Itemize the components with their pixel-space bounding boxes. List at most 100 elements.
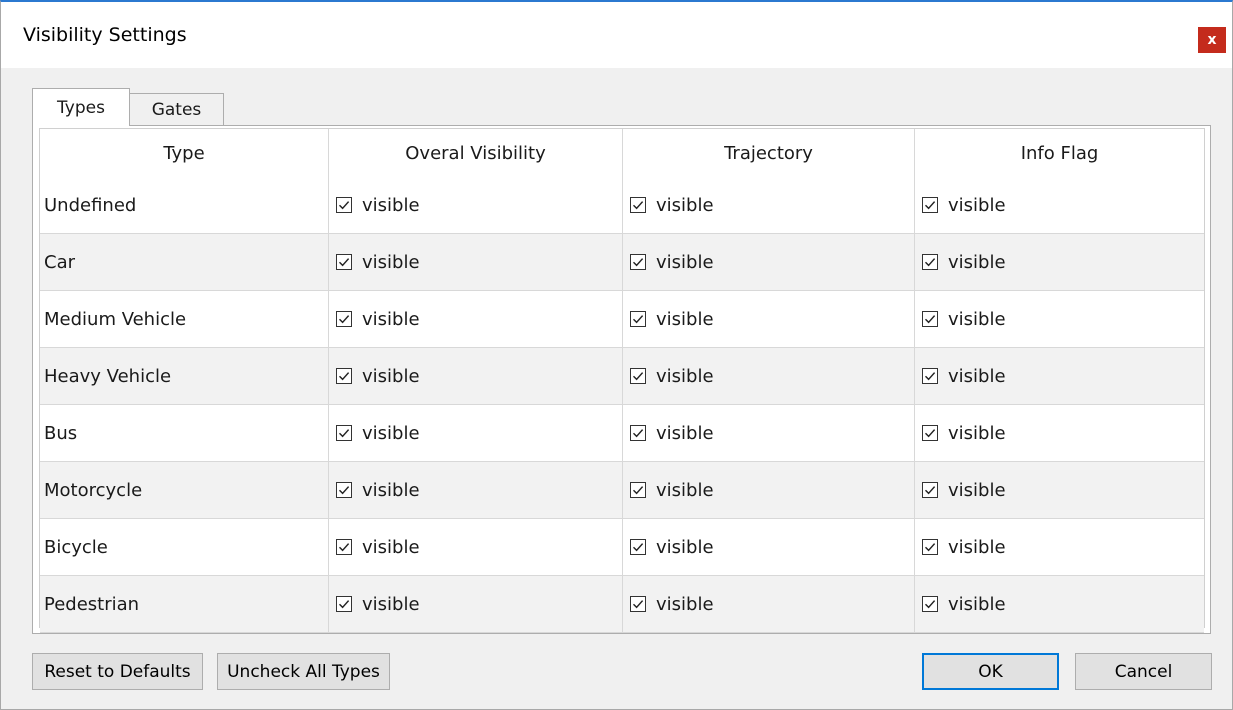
checkbox-box[interactable] [630, 197, 646, 213]
info-flag-checkbox[interactable]: visible [919, 366, 1006, 387]
type-name-cell[interactable]: Motorcycle [40, 462, 329, 518]
reset-to-defaults-button[interactable]: Reset to Defaults [32, 653, 203, 690]
checkbox-label: visible [656, 365, 714, 387]
info-flag-checkbox[interactable]: visible [919, 480, 1006, 501]
checkbox-box[interactable] [922, 311, 938, 327]
info-flag-checkbox[interactable]: visible [919, 594, 1006, 615]
checkbox-label: visible [948, 593, 1006, 615]
trajectory-checkbox[interactable]: visible [627, 195, 714, 216]
checkbox-box[interactable] [922, 425, 938, 441]
overall-cell: visible [329, 462, 623, 518]
checkbox-box[interactable] [336, 311, 352, 327]
info-flag-checkbox[interactable]: visible [919, 195, 1006, 216]
checkbox-label: visible [362, 536, 420, 558]
checkbox-label: visible [948, 308, 1006, 330]
trajectory-cell: visible [623, 462, 915, 518]
trajectory-checkbox[interactable]: visible [627, 423, 714, 444]
trajectory-checkbox[interactable]: visible [627, 594, 714, 615]
checkbox-box[interactable] [630, 596, 646, 612]
overall-visibility-checkbox[interactable]: visible [333, 309, 420, 330]
checkbox-label: visible [362, 479, 420, 501]
checkbox-box[interactable] [630, 539, 646, 555]
type-name-cell[interactable]: Heavy Vehicle [40, 348, 329, 404]
table-row: Bus visible visible visible [40, 405, 1204, 462]
trajectory-checkbox[interactable]: visible [627, 252, 714, 273]
overall-visibility-checkbox[interactable]: visible [333, 252, 420, 273]
checkbox-label: visible [948, 536, 1006, 558]
checkbox-box[interactable] [922, 254, 938, 270]
checkbox-box[interactable] [630, 311, 646, 327]
trajectory-checkbox[interactable]: visible [627, 480, 714, 501]
checkbox-label: visible [362, 194, 420, 216]
checkbox-label: visible [656, 251, 714, 273]
checkbox-label: visible [656, 536, 714, 558]
overall-visibility-checkbox[interactable]: visible [333, 195, 420, 216]
checkbox-box[interactable] [336, 425, 352, 441]
checkmark-icon [925, 486, 936, 495]
checkmark-icon [339, 258, 350, 267]
checkbox-box[interactable] [630, 368, 646, 384]
type-name-cell[interactable]: Bus [40, 405, 329, 461]
info_flag-cell: visible [915, 177, 1204, 233]
checkbox-label: visible [656, 422, 714, 444]
column-header-trajectory[interactable]: Trajectory [623, 129, 915, 177]
info_flag-cell: visible [915, 405, 1204, 461]
window-title: Visibility Settings [23, 24, 187, 46]
checkbox-box[interactable] [922, 539, 938, 555]
checkbox-box[interactable] [922, 197, 938, 213]
checkbox-box[interactable] [630, 254, 646, 270]
close-button[interactable]: x [1198, 27, 1226, 53]
checkbox-box[interactable] [336, 254, 352, 270]
uncheck-all-types-button[interactable]: Uncheck All Types [217, 653, 390, 690]
checkbox-label: visible [948, 479, 1006, 501]
visibility-settings-dialog: Visibility Settings x Types Gates Type O… [0, 0, 1233, 710]
type-name-cell[interactable]: Bicycle [40, 519, 329, 575]
column-header-type[interactable]: Type [40, 129, 329, 177]
checkbox-box[interactable] [336, 596, 352, 612]
trajectory-cell: visible [623, 291, 915, 347]
checkbox-box[interactable] [922, 368, 938, 384]
cancel-button[interactable]: Cancel [1075, 653, 1212, 690]
checkmark-icon [925, 429, 936, 438]
info-flag-checkbox[interactable]: visible [919, 309, 1006, 330]
info-flag-checkbox[interactable]: visible [919, 252, 1006, 273]
overall-visibility-checkbox[interactable]: visible [333, 537, 420, 558]
checkbox-box[interactable] [922, 596, 938, 612]
checkbox-label: visible [656, 194, 714, 216]
type-name-cell[interactable]: Medium Vehicle [40, 291, 329, 347]
overall-visibility-checkbox[interactable]: visible [333, 594, 420, 615]
checkbox-box[interactable] [630, 425, 646, 441]
overall-visibility-checkbox[interactable]: visible [333, 423, 420, 444]
tab-gates[interactable]: Gates [129, 93, 224, 126]
column-header-info-flag[interactable]: Info Flag [915, 129, 1204, 177]
info-flag-checkbox[interactable]: visible [919, 537, 1006, 558]
type-name-cell[interactable]: Pedestrian [40, 576, 329, 632]
table-row: Medium Vehicle visible visible visible [40, 291, 1204, 348]
checkbox-box[interactable] [336, 482, 352, 498]
trajectory-checkbox[interactable]: visible [627, 309, 714, 330]
checkbox-box[interactable] [336, 197, 352, 213]
tab-types[interactable]: Types [32, 88, 130, 126]
checkmark-icon [925, 315, 936, 324]
column-header-overall-visibility[interactable]: Overal Visibility [329, 129, 623, 177]
ok-button[interactable]: OK [922, 653, 1059, 690]
checkbox-box[interactable] [336, 539, 352, 555]
type-name-cell[interactable]: Undefined [40, 177, 329, 233]
checkbox-box[interactable] [630, 482, 646, 498]
table-row: Bicycle visible visible visible [40, 519, 1204, 576]
checkbox-box[interactable] [336, 368, 352, 384]
trajectory-checkbox[interactable]: visible [627, 537, 714, 558]
info-flag-checkbox[interactable]: visible [919, 423, 1006, 444]
type-name-cell[interactable]: Car [40, 234, 329, 290]
checkmark-icon [339, 486, 350, 495]
overall-visibility-checkbox[interactable]: visible [333, 480, 420, 501]
info_flag-cell: visible [915, 291, 1204, 347]
overall-visibility-checkbox[interactable]: visible [333, 366, 420, 387]
checkmark-icon [633, 201, 644, 210]
info_flag-cell: visible [915, 462, 1204, 518]
table-row: Motorcycle visible visible visible [40, 462, 1204, 519]
checkbox-box[interactable] [922, 482, 938, 498]
checkbox-label: visible [656, 593, 714, 615]
trajectory-checkbox[interactable]: visible [627, 366, 714, 387]
checkmark-icon [339, 372, 350, 381]
